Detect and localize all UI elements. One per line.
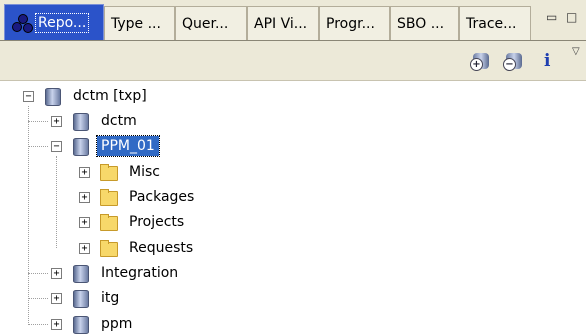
tab-label: Type ... [111,15,161,32]
minimize-view-button[interactable]: ▭ [546,10,557,24]
repository-icon [69,314,91,334]
info-icon[interactable]: i [544,51,550,71]
tab-repositories[interactable]: Repo... [4,4,104,41]
maximize-view-button[interactable]: □ [566,10,577,24]
expand-toggle[interactable]: + [79,191,90,203]
tree-node-label[interactable]: itg [97,288,123,308]
repository-icon [69,263,91,283]
tree-node-folder[interactable]: + Misc [79,161,164,183]
view-menu-icon[interactable]: ▽ [572,46,580,57]
tab-label: Trace... [466,15,517,32]
remove-icon: − [503,58,516,71]
tree-node-repository-selected[interactable]: − PPM_01 [51,135,160,157]
tab-label: Repo... [35,13,90,33]
folder-icon [97,162,119,182]
repository-view-icon [11,13,33,33]
tree-node-repository[interactable]: + dctm [51,110,141,132]
add-icon: + [470,58,483,71]
expand-toggle[interactable]: + [79,242,90,254]
tree-node-label[interactable]: Misc [125,162,164,182]
folder-icon [97,212,119,232]
tree-connector [28,298,48,299]
tree-node-repository[interactable]: + itg [51,287,123,309]
tree-connector [28,146,48,147]
repository-icon [69,288,91,308]
tree-node-label[interactable]: dctm [txp] [69,86,151,106]
tab-types[interactable]: Type ... [104,6,175,40]
tree-connector [28,273,48,274]
repository-tree: − dctm [txp] + dctm − PPM_01 + Misc + Pa… [0,80,586,334]
tree-node-folder[interactable]: + Packages [79,186,198,208]
tree-node-label[interactable]: Integration [97,263,182,283]
tree-node-label[interactable]: ppm [97,314,136,334]
tree-node-folder[interactable]: + Requests [79,237,197,259]
tree-connector [28,324,48,325]
tree-node-repository[interactable]: + Integration [51,262,182,284]
tab-trace[interactable]: Trace... [459,6,531,40]
tab-progress[interactable]: Progr... [319,6,390,40]
expand-toggle[interactable]: + [79,166,90,178]
tree-connector [28,121,48,122]
folder-icon [97,238,119,258]
tree-node-label[interactable]: PPM_01 [96,135,160,157]
add-repository-button[interactable]: + [470,50,492,72]
tree-node-label[interactable]: Packages [125,187,198,207]
tree-node-root[interactable]: − dctm [txp] [23,85,151,107]
expand-toggle[interactable]: + [51,115,62,127]
expand-toggle[interactable]: + [51,267,62,279]
expand-toggle[interactable]: + [51,292,62,304]
tree-node-label[interactable]: Requests [125,238,197,258]
collapse-toggle[interactable]: − [23,90,34,102]
tab-query[interactable]: Quer... [175,6,247,40]
tab-label: API Vi... [254,15,308,32]
tree-node-label[interactable]: dctm [97,111,141,131]
repository-icon [69,111,91,131]
tab-api-viewer[interactable]: API Vi... [247,6,319,40]
view-tab-bar: Repo... Type ... Quer... API Vi... Progr… [0,0,586,41]
docbroker-icon [41,86,63,106]
tree-node-folder[interactable]: + Projects [79,211,188,233]
tab-sbo[interactable]: SBO ... [390,6,459,40]
tree-node-label[interactable]: Projects [125,212,188,232]
expand-toggle[interactable]: + [51,318,62,330]
expand-toggle[interactable]: + [79,216,90,228]
tab-label: SBO ... [397,15,445,32]
tab-label: Quer... [182,15,229,32]
tree-node-repository[interactable]: + ppm [51,313,136,335]
collapse-toggle[interactable]: − [51,140,62,152]
remove-repository-button[interactable]: − [503,50,525,72]
tree-connector [28,106,29,325]
tree-connector [56,156,57,248]
view-toolbar: + − i ▽ [0,41,586,81]
folder-icon [97,187,119,207]
tab-label: Progr... [326,15,375,32]
repository-icon [69,136,91,156]
